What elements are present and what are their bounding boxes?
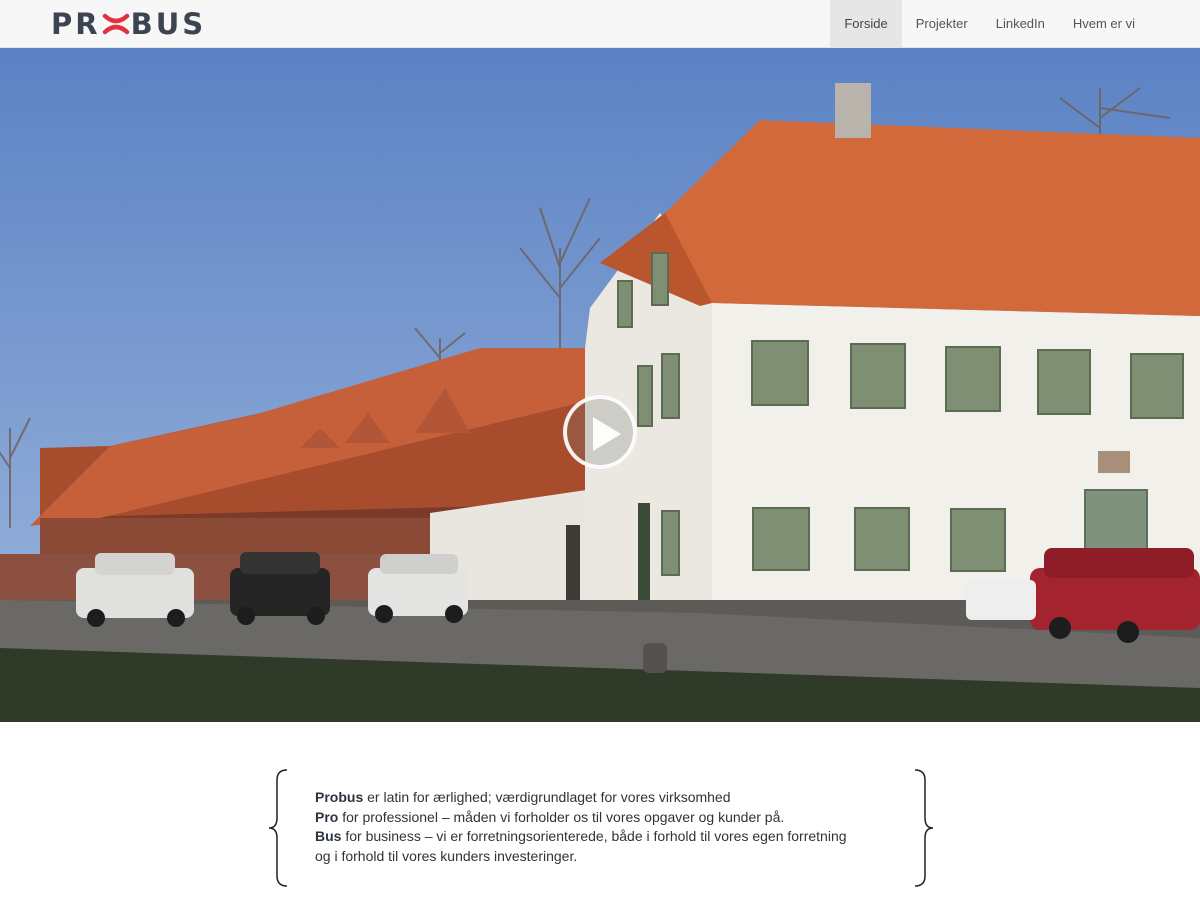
nav-item-linkedin[interactable]: LinkedIn xyxy=(982,0,1059,47)
hero-video-frame xyxy=(0,48,1200,722)
nav-item-projekter[interactable]: Projekter xyxy=(902,0,982,47)
intro-text: Probus er latin for ærlighed; værdigrund… xyxy=(315,788,905,866)
logo-x-mark-icon xyxy=(102,13,129,35)
nav-item-forside[interactable]: Forside xyxy=(830,0,902,47)
play-icon xyxy=(593,417,621,451)
intro-quote: Probus er latin for ærlighed; værdigrund… xyxy=(267,768,935,888)
right-curly-brace-icon xyxy=(914,769,934,887)
intro-line-1: Probus er latin for ærlighed; værdigrund… xyxy=(315,789,731,805)
top-navbar: PR BUS Forside Projekter LinkedIn Hvem e… xyxy=(0,0,1200,48)
main-nav: Forside Projekter LinkedIn Hvem er vi xyxy=(830,0,1149,47)
play-button[interactable] xyxy=(563,395,637,469)
probus-logo[interactable]: PR BUS xyxy=(51,7,206,41)
intro-line-4: og i forhold til vores kunders investeri… xyxy=(315,847,578,864)
intro-line-2: Pro for professionel – måden vi forholde… xyxy=(315,808,785,825)
intro-line-3: Bus for business – vi er forretningsorie… xyxy=(315,828,847,844)
nav-item-hvem-er-vi[interactable]: Hvem er vi xyxy=(1059,0,1149,47)
hero-video[interactable] xyxy=(0,48,1200,722)
left-curly-brace-icon xyxy=(268,769,288,887)
